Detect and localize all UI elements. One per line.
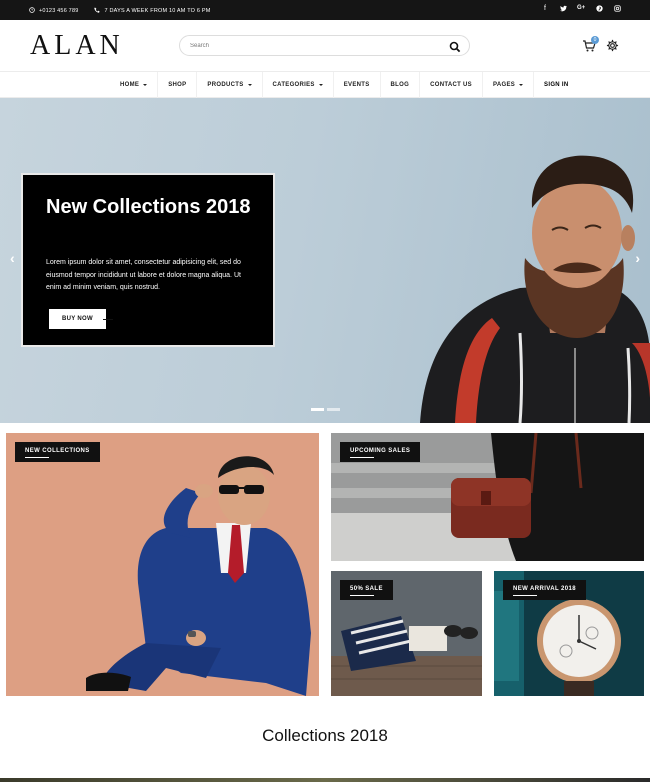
buy-now-button[interactable]: BUY NOW: [49, 309, 106, 329]
facebook-icon[interactable]: f: [541, 5, 549, 14]
phone-number: +0123 456 789: [39, 8, 79, 14]
banner-label-upcoming-sales: UPCOMING SALES: [340, 442, 421, 462]
phone-icon: [94, 7, 101, 15]
slider-pagination: [311, 408, 340, 411]
hero-promo-card: New Collections 2018 Lorem ipsum dolor s…: [21, 173, 275, 347]
next-section-preview: [0, 778, 650, 782]
nav-item-home[interactable]: HOME: [110, 72, 159, 98]
nav-item-blog[interactable]: BLOG: [381, 72, 421, 98]
contact-info: +0123 456 789 7 DAYS A WEEK FROM 10 AM T…: [29, 7, 211, 15]
slider-dot-active[interactable]: [311, 408, 324, 411]
banner-label-sale: 50% SALE: [340, 580, 393, 600]
banner-new-arrival[interactable]: NEW ARRIVAL 2018: [494, 571, 644, 696]
settings-gear-icon[interactable]: [606, 39, 619, 52]
top-bar: +0123 456 789 7 DAYS A WEEK FROM 10 AM T…: [0, 0, 650, 20]
banner-new-collections[interactable]: NEW COLLECTIONS: [6, 433, 319, 696]
hero-slider: New Collections 2018 Lorem ipsum dolor s…: [0, 98, 650, 423]
nav-item-products[interactable]: PRODUCTS: [197, 72, 263, 98]
caret-down-icon: [143, 84, 148, 86]
banner-upcoming-sales[interactable]: UPCOMING SALES: [331, 433, 644, 561]
logo[interactable]: ALAN: [30, 30, 124, 62]
nav-item-categories[interactable]: CATEGORIES: [263, 72, 334, 98]
banner-label-new-arrival: NEW ARRIVAL 2018: [503, 580, 586, 600]
cart-count-badge: 0: [591, 36, 599, 44]
nav-item-events[interactable]: EVENTS: [334, 72, 381, 98]
slider-dot[interactable]: [327, 408, 340, 411]
pinterest-icon[interactable]: [595, 5, 603, 14]
nav-item-pages[interactable]: PAGES: [483, 72, 535, 98]
social-links: f G+: [541, 5, 621, 14]
slider-prev-arrow-icon[interactable]: ‹: [10, 250, 15, 266]
caret-down-icon: [318, 84, 323, 86]
collections-section-title: Collections 2018: [262, 726, 388, 745]
hero-title: New Collections 2018: [46, 196, 251, 218]
caret-down-icon: [519, 84, 524, 86]
instagram-icon[interactable]: [613, 5, 621, 14]
search-input[interactable]: [190, 39, 430, 52]
store-hours: 7 DAYS A WEEK FROM 10 AM TO 6 PM: [104, 8, 211, 14]
main-navigation: HOME SHOP PRODUCTS CATEGORIES EVENTS BLO…: [0, 72, 650, 98]
site-header: ALAN 0: [0, 20, 650, 72]
banner-label-new-collections: NEW COLLECTIONS: [15, 442, 100, 462]
slider-next-arrow-icon[interactable]: ›: [635, 250, 640, 266]
hero-description: Lorem ipsum dolor sit amet, consectetur …: [46, 259, 241, 291]
search-icon[interactable]: [449, 40, 461, 53]
nav-item-sign-in[interactable]: SIGN IN: [534, 72, 578, 98]
banner-sale[interactable]: 50% SALE: [331, 571, 482, 696]
caret-down-icon: [247, 84, 252, 86]
nav-item-contact-us[interactable]: CONTACT US: [420, 72, 483, 98]
suited-model-image: [86, 456, 311, 696]
clock-icon: [29, 7, 35, 15]
button-underline: [103, 319, 113, 320]
nav-item-shop[interactable]: SHOP: [158, 72, 198, 98]
twitter-icon[interactable]: [559, 5, 567, 14]
google-plus-icon[interactable]: G+: [577, 5, 585, 14]
search-bar: [179, 35, 470, 56]
